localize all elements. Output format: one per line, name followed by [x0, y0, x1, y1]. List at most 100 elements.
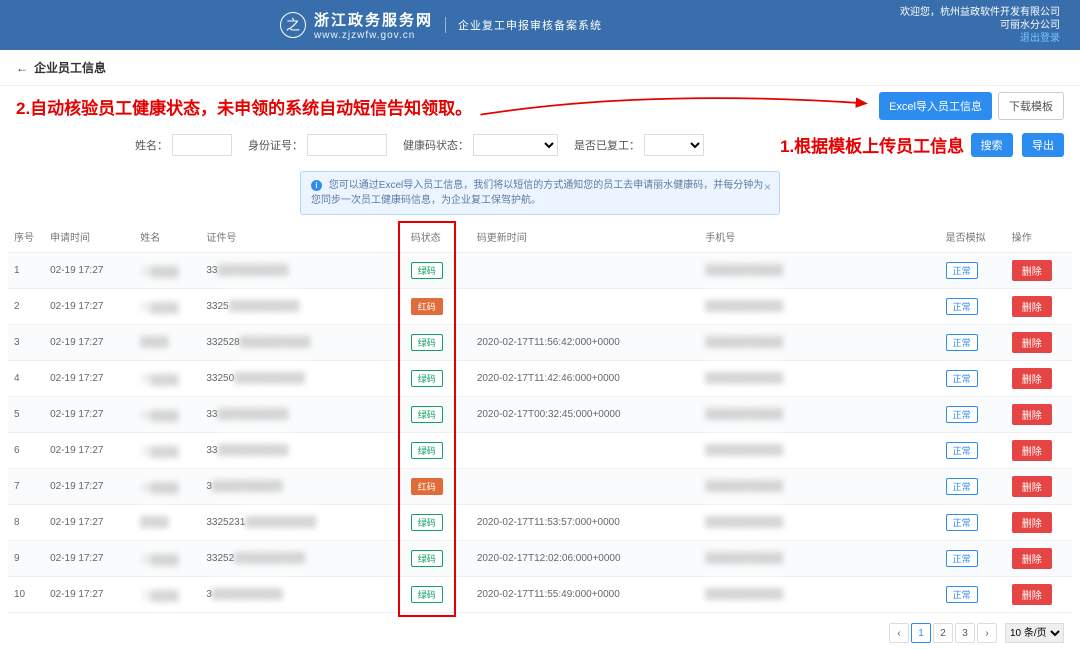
th-normal: 是否模拟 [940, 221, 1006, 253]
employee-table: 序号 申请时间 姓名 证件号 码状态 码更新时间 手机号 是否模拟 操作 102… [8, 221, 1072, 613]
cell-op: 删除 [1006, 577, 1072, 613]
page-size-select[interactable]: 10 条/页 [1005, 623, 1064, 643]
page-2[interactable]: 2 [933, 623, 953, 643]
page-prev[interactable]: ‹ [889, 623, 909, 643]
page-3[interactable]: 3 [955, 623, 975, 643]
cell-phone: ███████████ [699, 361, 939, 397]
cell-cert: 33250██████████ [200, 361, 404, 397]
delete-button[interactable]: 删除 [1012, 296, 1052, 317]
table-container: 序号 申请时间 姓名 证件号 码状态 码更新时间 手机号 是否模拟 操作 102… [0, 221, 1080, 617]
system-name: 企业复工申报审核备案系统 [445, 17, 602, 33]
name-input[interactable] [172, 134, 232, 156]
normal-badge: 正常 [946, 514, 978, 531]
cell-code: 绿码 [405, 505, 471, 541]
cell-update: 2020-02-17T11:42:46:000+0000 [471, 361, 699, 397]
cell-name: 吴████ [134, 433, 200, 469]
page-1[interactable]: 1 [911, 623, 931, 643]
cell-phone: ███████████ [699, 469, 939, 505]
table-body: 102-19 17:27吴████33██████████绿码█████████… [8, 253, 1072, 613]
cell-idx: 1 [8, 253, 44, 289]
cell-name: 前████ [134, 397, 200, 433]
cell-time: 02-19 17:27 [44, 325, 134, 361]
download-template-button[interactable]: 下载模板 [998, 92, 1064, 120]
search-button[interactable]: 搜索 [971, 133, 1013, 157]
cell-phone: ███████████ [699, 289, 939, 325]
cell-time: 02-19 17:27 [44, 397, 134, 433]
page-next[interactable]: › [977, 623, 997, 643]
delete-button[interactable]: 删除 [1012, 476, 1052, 497]
cell-normal: 正常 [940, 253, 1006, 289]
delete-button[interactable]: 删除 [1012, 440, 1052, 461]
cell-cert: 33252██████████ [200, 541, 404, 577]
cell-update [471, 433, 699, 469]
export-button[interactable]: 导出 [1022, 133, 1064, 157]
th-cert: 证件号 [200, 221, 404, 253]
normal-badge: 正常 [946, 442, 978, 459]
normal-badge: 正常 [946, 262, 978, 279]
code-badge: 红码 [411, 478, 443, 495]
excel-import-button[interactable]: Excel导入员工信息 [879, 92, 992, 120]
delete-button[interactable]: 删除 [1012, 512, 1052, 533]
logo-icon: 之 [280, 12, 306, 38]
branch: 可丽水分公司 [900, 19, 1060, 32]
cell-idx: 3 [8, 325, 44, 361]
cell-update [471, 289, 699, 325]
delete-button[interactable]: 删除 [1012, 368, 1052, 389]
cell-time: 02-19 17:27 [44, 577, 134, 613]
delete-button[interactable]: 删除 [1012, 404, 1052, 425]
back-arrow-icon[interactable]: ← [16, 61, 28, 75]
cell-time: 02-19 17:27 [44, 505, 134, 541]
cell-cert: 3██████████ [200, 469, 404, 505]
normal-badge: 正常 [946, 586, 978, 603]
cell-update: 2020-02-17T12:02:06:000+0000 [471, 541, 699, 577]
cell-normal: 正常 [940, 397, 1006, 433]
annotation-row-top: 2.自动核验员工健康状态，未申领的系统自动短信告知领取。 Excel导入员工信息… [0, 86, 1080, 126]
table-header: 序号 申请时间 姓名 证件号 码状态 码更新时间 手机号 是否模拟 操作 [8, 221, 1072, 253]
filter-bar: 姓名： 身份证号： 健康码状态： 是否已复工： 1.根据模板上传员工信息 搜索 … [0, 126, 1080, 163]
alert-close-icon[interactable]: × [764, 178, 771, 196]
delete-button[interactable]: 删除 [1012, 548, 1052, 569]
cell-update: 2020-02-17T00:32:45:000+0000 [471, 397, 699, 433]
normal-badge: 正常 [946, 406, 978, 423]
th-code: 码状态 [405, 221, 471, 253]
cell-idx: 6 [8, 433, 44, 469]
logout-link[interactable]: 退出登录 [900, 32, 1060, 45]
cell-normal: 正常 [940, 289, 1006, 325]
code-badge: 红码 [411, 298, 443, 315]
delete-button[interactable]: 删除 [1012, 584, 1052, 605]
cell-op: 删除 [1006, 253, 1072, 289]
filter-return: 是否已复工： [574, 134, 704, 156]
delete-button[interactable]: 删除 [1012, 260, 1052, 281]
cell-idx: 7 [8, 469, 44, 505]
cell-normal: 正常 [940, 505, 1006, 541]
delete-button[interactable]: 删除 [1012, 332, 1052, 353]
cell-name: 吴████ [134, 541, 200, 577]
site-title: 浙江政务服务网 [314, 9, 433, 30]
id-input[interactable] [307, 134, 387, 156]
table-row: 302-19 17:27████332528██████████绿码2020-0… [8, 325, 1072, 361]
info-alert: i 您可以通过Excel导入员工信息，我们将以短信的方式通知您的员工去申请丽水健… [300, 171, 780, 215]
table-row: 1002-19 17:27王████3██████████绿码2020-02-1… [8, 577, 1072, 613]
app-header: 之 浙江政务服务网 www.zjzwfw.gov.cn 企业复工申报审核备案系统… [0, 0, 1080, 50]
code-label: 健康码状态： [403, 137, 469, 153]
filter-name: 姓名： [135, 134, 232, 156]
cell-phone: ███████████ [699, 253, 939, 289]
code-select[interactable] [473, 134, 558, 156]
return-select[interactable] [644, 134, 704, 156]
cell-normal: 正常 [940, 577, 1006, 613]
code-badge: 绿码 [411, 586, 443, 603]
cell-cert: 3██████████ [200, 577, 404, 613]
cell-code: 绿码 [405, 541, 471, 577]
annotation-1: 1.根据模板上传员工信息 [780, 132, 964, 157]
cell-time: 02-19 17:27 [44, 361, 134, 397]
cell-time: 02-19 17:27 [44, 289, 134, 325]
cell-idx: 4 [8, 361, 44, 397]
table-row: 202-19 17:27陈████3325██████████红码███████… [8, 289, 1072, 325]
th-time: 申请时间 [44, 221, 134, 253]
cell-normal: 正常 [940, 541, 1006, 577]
table-row: 802-19 17:27████3325231██████████绿码2020-… [8, 505, 1072, 541]
cell-name: 李████ [134, 361, 200, 397]
cell-time: 02-19 17:27 [44, 541, 134, 577]
cell-op: 删除 [1006, 325, 1072, 361]
cell-name: 吴████ [134, 253, 200, 289]
